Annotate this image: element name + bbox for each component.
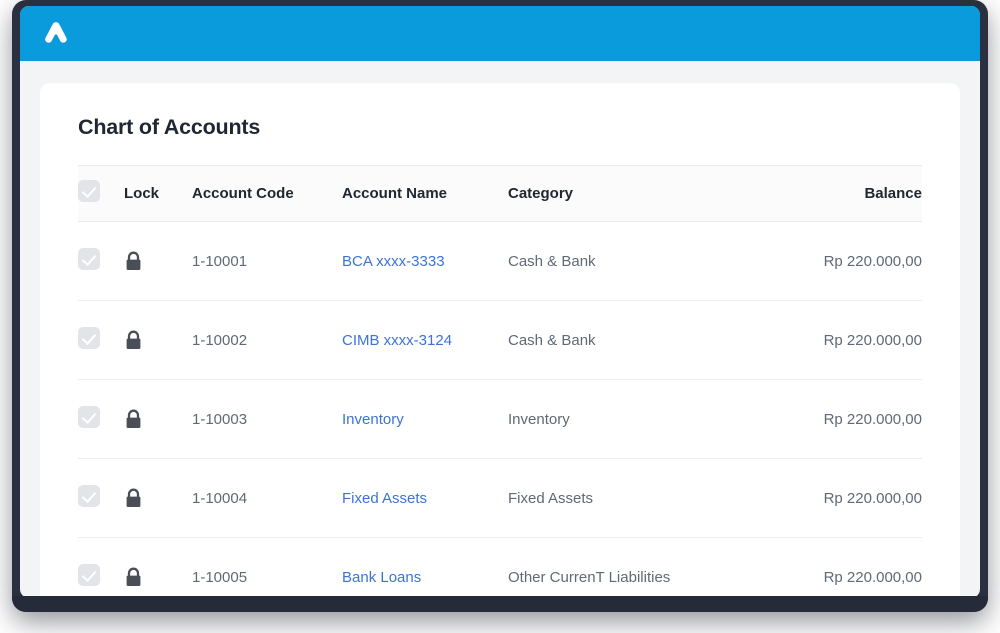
table-body: 1-10001 BCA xxxx-3333 Cash & Bank Rp 220…	[78, 221, 922, 598]
column-header-account-code[interactable]: Account Code	[192, 165, 342, 222]
account-code-cell: 1-10003	[192, 379, 342, 459]
lock-closed-icon[interactable]	[124, 567, 192, 588]
account-code-cell: 1-10005	[192, 537, 342, 598]
row-checkbox[interactable]	[78, 406, 100, 428]
category-cell: Other CurrenT Liabilities	[508, 537, 768, 598]
account-name-link[interactable]: CIMB xxxx-3124	[342, 332, 452, 349]
lock-closed-icon[interactable]	[124, 488, 192, 509]
account-name-cell: Fixed Assets	[342, 458, 508, 538]
row-select-cell	[78, 537, 124, 598]
lock-closed-icon[interactable]	[124, 330, 192, 351]
row-lock-cell	[124, 458, 192, 538]
column-header-category[interactable]: Category	[508, 165, 768, 222]
account-name-cell: Bank Loans	[342, 537, 508, 598]
account-name-link[interactable]: Bank Loans	[342, 569, 421, 586]
row-checkbox[interactable]	[78, 327, 100, 349]
row-checkbox[interactable]	[78, 248, 100, 270]
balance-cell: Rp 220.000,00	[768, 221, 922, 301]
category-cell: Cash & Bank	[508, 221, 768, 301]
table-row[interactable]: 1-10001 BCA xxxx-3333 Cash & Bank Rp 220…	[78, 221, 922, 301]
account-name-cell: BCA xxxx-3333	[342, 221, 508, 301]
browser-viewport: Chart of Accounts Lock Account Code Acco…	[20, 6, 980, 598]
lock-closed-icon[interactable]	[124, 409, 192, 430]
app-header-bar	[20, 6, 980, 61]
select-all-checkbox[interactable]	[78, 180, 100, 202]
balance-cell: Rp 220.000,00	[768, 379, 922, 459]
page-title: Chart of Accounts	[78, 115, 261, 139]
account-name-link[interactable]: Inventory	[342, 411, 404, 428]
account-name-link[interactable]: BCA xxxx-3333	[342, 253, 445, 270]
lock-closed-icon[interactable]	[124, 251, 192, 272]
select-all-header-cell	[78, 165, 124, 222]
row-lock-cell	[124, 221, 192, 301]
row-checkbox[interactable]	[78, 485, 100, 507]
table-row[interactable]: 1-10005 Bank Loans Other CurrenT Liabili…	[78, 537, 922, 598]
table-header-row: Lock Account Code Account Name Category …	[78, 165, 922, 222]
row-checkbox[interactable]	[78, 564, 100, 586]
row-select-cell	[78, 221, 124, 301]
table-row[interactable]: 1-10004 Fixed Assets Fixed Assets Rp 220…	[78, 458, 922, 538]
device-frame: Chart of Accounts Lock Account Code Acco…	[12, 0, 988, 612]
table-header: Lock Account Code Account Name Category …	[78, 165, 922, 222]
category-cell: Cash & Bank	[508, 300, 768, 380]
category-cell: Fixed Assets	[508, 458, 768, 538]
balance-cell: Rp 220.000,00	[768, 300, 922, 380]
row-select-cell	[78, 300, 124, 380]
column-header-balance[interactable]: Balance	[768, 165, 922, 222]
row-select-cell	[78, 379, 124, 459]
account-code-cell: 1-10001	[192, 221, 342, 301]
table-row[interactable]: 1-10002 CIMB xxxx-3124 Cash & Bank Rp 22…	[78, 300, 922, 380]
balance-cell: Rp 220.000,00	[768, 537, 922, 598]
content-card: Chart of Accounts Lock Account Code Acco…	[40, 83, 960, 598]
row-lock-cell	[124, 300, 192, 380]
account-name-cell: Inventory	[342, 379, 508, 459]
account-name-link[interactable]: Fixed Assets	[342, 490, 427, 507]
row-lock-cell	[124, 537, 192, 598]
column-header-lock[interactable]: Lock	[124, 165, 192, 222]
chart-of-accounts-table: Lock Account Code Account Name Category …	[78, 165, 922, 598]
account-code-cell: 1-10002	[192, 300, 342, 380]
account-name-cell: CIMB xxxx-3124	[342, 300, 508, 380]
accurate-chevron-logo-icon[interactable]	[39, 17, 73, 51]
column-header-account-name[interactable]: Account Name	[342, 165, 508, 222]
account-code-cell: 1-10004	[192, 458, 342, 538]
table-row[interactable]: 1-10003 Inventory Inventory Rp 220.000,0…	[78, 379, 922, 459]
row-select-cell	[78, 458, 124, 538]
balance-cell: Rp 220.000,00	[768, 458, 922, 538]
category-cell: Inventory	[508, 379, 768, 459]
row-lock-cell	[124, 379, 192, 459]
